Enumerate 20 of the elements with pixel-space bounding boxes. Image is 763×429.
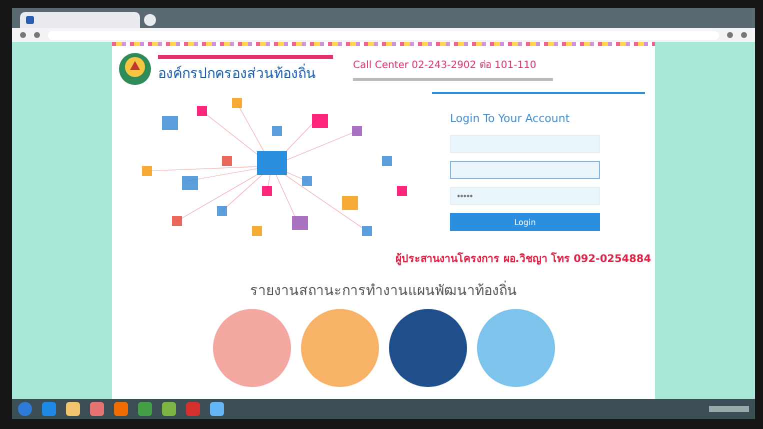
taskbar-app-icon[interactable] [114,402,128,416]
input-field[interactable]: ••••• [450,187,600,205]
login-button[interactable]: Login [450,213,600,231]
new-tab-button[interactable] [144,14,156,26]
emblem-logo [118,52,152,86]
taskbar-app-icon[interactable] [162,402,176,416]
start-button[interactable] [18,402,32,416]
input-field[interactable] [450,161,600,179]
report-heading: รายงานสถานะการทำงานแผนพัฒนาท้องถิ่น [112,267,655,309]
org-name: องค์กรปกครองส่วนท้องถิ่น [158,62,317,84]
taskbar-app-icon[interactable] [66,402,80,416]
taskbar-app-icon[interactable] [42,402,56,416]
browser-tab[interactable] [20,12,140,28]
login-title: Login To Your Account [450,112,571,125]
taskbar-app-icon[interactable] [210,402,224,416]
taskbar-app-icon[interactable] [138,402,152,416]
taskbar-app-icon[interactable] [90,402,104,416]
call-center: Call Center 02-243-2902 ต่อ 101-110 [353,59,538,72]
system-tray [709,406,749,412]
coordinator-contact: ผู้ประสานงานโครงการ ผอ.วิชญา โทร 092-0254884 [396,251,651,267]
